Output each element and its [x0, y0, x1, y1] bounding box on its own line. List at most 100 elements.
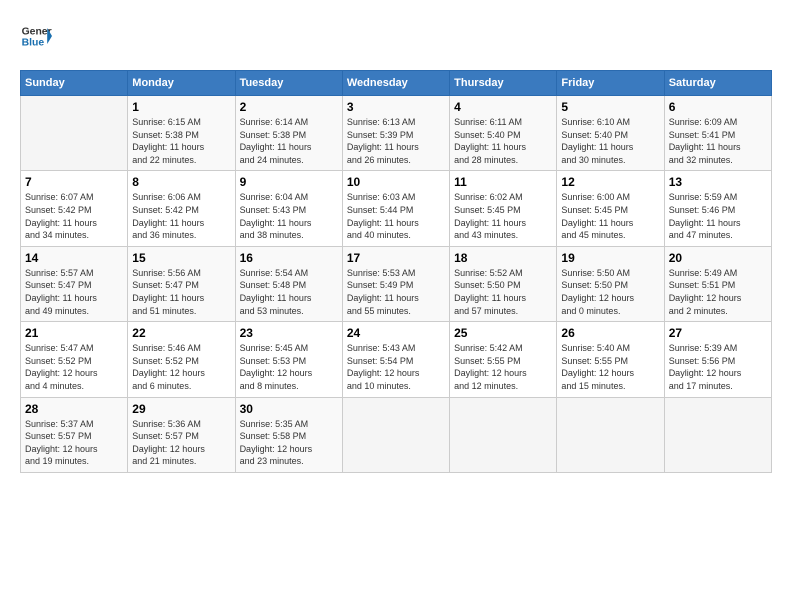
calendar-cell: 23 Sunrise: 5:45 AM Sunset: 5:53 PM Dayli… [235, 322, 342, 397]
day-number: 9 [240, 175, 338, 189]
calendar-cell [21, 96, 128, 171]
day-number: 26 [561, 326, 659, 340]
calendar-cell: 18 Sunrise: 5:52 AM Sunset: 5:50 PM Dayli… [450, 246, 557, 321]
day-number: 2 [240, 100, 338, 114]
calendar-week-row: 1 Sunrise: 6:15 AM Sunset: 5:38 PM Daylig… [21, 96, 772, 171]
day-detail: Sunrise: 5:53 AM Sunset: 5:49 PM Dayligh… [347, 267, 445, 317]
day-of-week-header: Tuesday [235, 71, 342, 96]
day-number: 3 [347, 100, 445, 114]
day-detail: Sunrise: 5:59 AM Sunset: 5:46 PM Dayligh… [669, 191, 767, 241]
day-number: 16 [240, 251, 338, 265]
day-detail: Sunrise: 5:52 AM Sunset: 5:50 PM Dayligh… [454, 267, 552, 317]
day-number: 4 [454, 100, 552, 114]
logo-icon: General Blue [20, 20, 52, 52]
day-detail: Sunrise: 5:47 AM Sunset: 5:52 PM Dayligh… [25, 342, 123, 392]
day-number: 20 [669, 251, 767, 265]
calendar-cell: 26 Sunrise: 5:40 AM Sunset: 5:55 PM Dayli… [557, 322, 664, 397]
day-number: 24 [347, 326, 445, 340]
day-detail: Sunrise: 6:15 AM Sunset: 5:38 PM Dayligh… [132, 116, 230, 166]
calendar-week-row: 21Sunrise: 5:47 AM Sunset: 5:52 PM Dayli… [21, 322, 772, 397]
day-number: 23 [240, 326, 338, 340]
calendar-cell: 20 Sunrise: 5:49 AM Sunset: 5:51 PM Dayli… [664, 246, 771, 321]
day-number: 1 [132, 100, 230, 114]
day-of-week-header: Thursday [450, 71, 557, 96]
day-detail: Sunrise: 5:42 AM Sunset: 5:55 PM Dayligh… [454, 342, 552, 392]
day-number: 22 [132, 326, 230, 340]
logo: General Blue [20, 20, 56, 52]
day-of-week-header: Saturday [664, 71, 771, 96]
day-number: 12 [561, 175, 659, 189]
day-number: 7 [25, 175, 123, 189]
calendar-cell: 10 Sunrise: 6:03 AM Sunset: 5:44 PM Dayli… [342, 171, 449, 246]
calendar-cell: 16 Sunrise: 5:54 AM Sunset: 5:48 PM Dayli… [235, 246, 342, 321]
day-detail: Sunrise: 6:00 AM Sunset: 5:45 PM Dayligh… [561, 191, 659, 241]
calendar-cell: 5Sunrise: 6:10 AM Sunset: 5:40 PM Daylig… [557, 96, 664, 171]
page-header: General Blue [20, 20, 772, 62]
calendar-cell: 17 Sunrise: 5:53 AM Sunset: 5:49 PM Dayli… [342, 246, 449, 321]
day-number: 6 [669, 100, 767, 114]
day-detail: Sunrise: 5:46 AM Sunset: 5:52 PM Dayligh… [132, 342, 230, 392]
day-number: 14 [25, 251, 123, 265]
day-number: 17 [347, 251, 445, 265]
day-detail: Sunrise: 5:40 AM Sunset: 5:55 PM Dayligh… [561, 342, 659, 392]
day-detail: Sunrise: 5:43 AM Sunset: 5:54 PM Dayligh… [347, 342, 445, 392]
day-number: 19 [561, 251, 659, 265]
day-of-week-header: Wednesday [342, 71, 449, 96]
day-of-week-header: Sunday [21, 71, 128, 96]
calendar-week-row: 14 Sunrise: 5:57 AM Sunset: 5:47 PM Dayli… [21, 246, 772, 321]
calendar-cell: 4 Sunrise: 6:11 AM Sunset: 5:40 PM Daylig… [450, 96, 557, 171]
calendar-cell: 6Sunrise: 6:09 AM Sunset: 5:41 PM Daylig… [664, 96, 771, 171]
day-detail: Sunrise: 6:07 AM Sunset: 5:42 PM Dayligh… [25, 191, 123, 241]
day-detail: Sunrise: 6:13 AM Sunset: 5:39 PM Dayligh… [347, 116, 445, 166]
calendar-cell: 12 Sunrise: 6:00 AM Sunset: 5:45 PM Dayli… [557, 171, 664, 246]
day-detail: Sunrise: 6:06 AM Sunset: 5:42 PM Dayligh… [132, 191, 230, 241]
calendar-cell: 30 Sunrise: 5:35 AM Sunset: 5:58 PM Dayli… [235, 397, 342, 472]
day-detail: Sunrise: 6:11 AM Sunset: 5:40 PM Dayligh… [454, 116, 552, 166]
calendar-header-row: SundayMondayTuesdayWednesdayThursdayFrid… [21, 71, 772, 96]
day-detail: Sunrise: 5:35 AM Sunset: 5:58 PM Dayligh… [240, 418, 338, 468]
calendar-cell [450, 397, 557, 472]
calendar-week-row: 28 Sunrise: 5:37 AM Sunset: 5:57 PM Dayli… [21, 397, 772, 472]
calendar-cell: 9 Sunrise: 6:04 AM Sunset: 5:43 PM Daylig… [235, 171, 342, 246]
calendar-cell [557, 397, 664, 472]
calendar-cell: 15 Sunrise: 5:56 AM Sunset: 5:47 PM Dayli… [128, 246, 235, 321]
day-number: 27 [669, 326, 767, 340]
day-of-week-header: Monday [128, 71, 235, 96]
day-number: 8 [132, 175, 230, 189]
calendar-table: SundayMondayTuesdayWednesdayThursdayFrid… [20, 70, 772, 473]
day-detail: Sunrise: 6:14 AM Sunset: 5:38 PM Dayligh… [240, 116, 338, 166]
day-detail: Sunrise: 5:54 AM Sunset: 5:48 PM Dayligh… [240, 267, 338, 317]
day-detail: Sunrise: 5:57 AM Sunset: 5:47 PM Dayligh… [25, 267, 123, 317]
day-number: 18 [454, 251, 552, 265]
day-number: 29 [132, 402, 230, 416]
day-of-week-header: Friday [557, 71, 664, 96]
calendar-cell: 29Sunrise: 5:36 AM Sunset: 5:57 PM Dayli… [128, 397, 235, 472]
calendar-cell: 14 Sunrise: 5:57 AM Sunset: 5:47 PM Dayli… [21, 246, 128, 321]
calendar-cell: 24 Sunrise: 5:43 AM Sunset: 5:54 PM Dayli… [342, 322, 449, 397]
calendar-cell: 28 Sunrise: 5:37 AM Sunset: 5:57 PM Dayli… [21, 397, 128, 472]
day-number: 15 [132, 251, 230, 265]
calendar-cell: 21Sunrise: 5:47 AM Sunset: 5:52 PM Dayli… [21, 322, 128, 397]
day-number: 13 [669, 175, 767, 189]
day-number: 25 [454, 326, 552, 340]
calendar-cell: 13 Sunrise: 5:59 AM Sunset: 5:46 PM Dayli… [664, 171, 771, 246]
calendar-cell: 2 Sunrise: 6:14 AM Sunset: 5:38 PM Daylig… [235, 96, 342, 171]
day-detail: Sunrise: 5:50 AM Sunset: 5:50 PM Dayligh… [561, 267, 659, 317]
day-detail: Sunrise: 5:37 AM Sunset: 5:57 PM Dayligh… [25, 418, 123, 468]
day-number: 10 [347, 175, 445, 189]
calendar-cell: 11Sunrise: 6:02 AM Sunset: 5:45 PM Dayli… [450, 171, 557, 246]
day-detail: Sunrise: 5:45 AM Sunset: 5:53 PM Dayligh… [240, 342, 338, 392]
calendar-cell: 22 Sunrise: 5:46 AM Sunset: 5:52 PM Dayli… [128, 322, 235, 397]
calendar-cell [342, 397, 449, 472]
day-detail: Sunrise: 5:56 AM Sunset: 5:47 PM Dayligh… [132, 267, 230, 317]
day-number: 30 [240, 402, 338, 416]
day-detail: Sunrise: 5:49 AM Sunset: 5:51 PM Dayligh… [669, 267, 767, 317]
calendar-week-row: 7 Sunrise: 6:07 AM Sunset: 5:42 PM Daylig… [21, 171, 772, 246]
day-number: 28 [25, 402, 123, 416]
day-detail: Sunrise: 5:39 AM Sunset: 5:56 PM Dayligh… [669, 342, 767, 392]
calendar-cell [664, 397, 771, 472]
day-detail: Sunrise: 6:10 AM Sunset: 5:40 PM Dayligh… [561, 116, 659, 166]
day-detail: Sunrise: 6:03 AM Sunset: 5:44 PM Dayligh… [347, 191, 445, 241]
calendar-cell: 3 Sunrise: 6:13 AM Sunset: 5:39 PM Daylig… [342, 96, 449, 171]
day-detail: Sunrise: 6:04 AM Sunset: 5:43 PM Dayligh… [240, 191, 338, 241]
